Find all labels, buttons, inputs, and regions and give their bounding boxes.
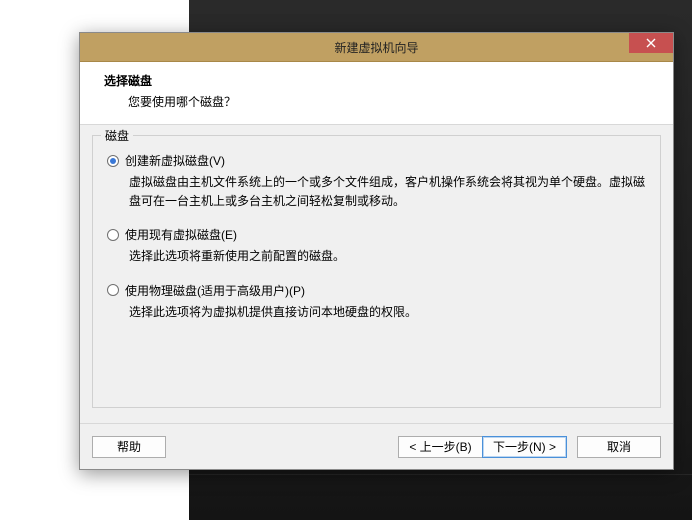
window-title: 新建虚拟机向导 xyxy=(334,39,418,56)
group-label: 磁盘 xyxy=(101,127,133,144)
new-vm-wizard-dialog: 新建虚拟机向导 选择磁盘 您要使用哪个磁盘？ 磁盘 创建新虚拟磁盘(V) 虚拟磁… xyxy=(79,32,674,470)
close-button[interactable] xyxy=(629,33,673,53)
wizard-header: 选择磁盘 您要使用哪个磁盘？ xyxy=(80,62,673,125)
radio-use-existing-disk[interactable] xyxy=(107,229,119,241)
back-button[interactable]: < 上一步(B) xyxy=(398,436,482,458)
radio-create-new-disk[interactable] xyxy=(107,155,119,167)
label-create-new-disk[interactable]: 创建新虚拟磁盘(V) xyxy=(125,152,225,169)
label-use-physical-disk[interactable]: 使用物理磁盘(适用于高级用户)(P) xyxy=(125,282,305,299)
page-subtitle: 您要使用哪个磁盘？ xyxy=(128,93,655,110)
page-title: 选择磁盘 xyxy=(104,72,655,89)
option-create-new-disk: 创建新虚拟磁盘(V) 虚拟磁盘由主机文件系统上的一个或多个文件组成，客户机操作系… xyxy=(107,152,646,210)
desc-use-physical-disk: 选择此选项将为虚拟机提供直接访问本地硬盘的权限。 xyxy=(129,303,646,322)
title-bar: 新建虚拟机向导 xyxy=(80,33,673,62)
help-button[interactable]: 帮助 xyxy=(92,436,166,458)
option-use-physical-disk: 使用物理磁盘(适用于高级用户)(P) 选择此选项将为虚拟机提供直接访问本地硬盘的… xyxy=(107,282,646,322)
radio-use-physical-disk[interactable] xyxy=(107,284,119,296)
desc-use-existing-disk: 选择此选项将重新使用之前配置的磁盘。 xyxy=(129,247,646,266)
close-icon xyxy=(646,38,656,48)
button-row: 帮助 < 上一步(B) 下一步(N) > 取消 xyxy=(80,423,673,469)
cancel-button[interactable]: 取消 xyxy=(577,436,661,458)
next-button[interactable]: 下一步(N) > xyxy=(482,436,567,458)
disk-group: 磁盘 创建新虚拟磁盘(V) 虚拟磁盘由主机文件系统上的一个或多个文件组成，客户机… xyxy=(92,135,661,408)
option-use-existing-disk: 使用现有虚拟磁盘(E) 选择此选项将重新使用之前配置的磁盘。 xyxy=(107,226,646,266)
desc-create-new-disk: 虚拟磁盘由主机文件系统上的一个或多个文件组成，客户机操作系统会将其视为单个硬盘。… xyxy=(129,173,646,210)
label-use-existing-disk[interactable]: 使用现有虚拟磁盘(E) xyxy=(125,226,237,243)
